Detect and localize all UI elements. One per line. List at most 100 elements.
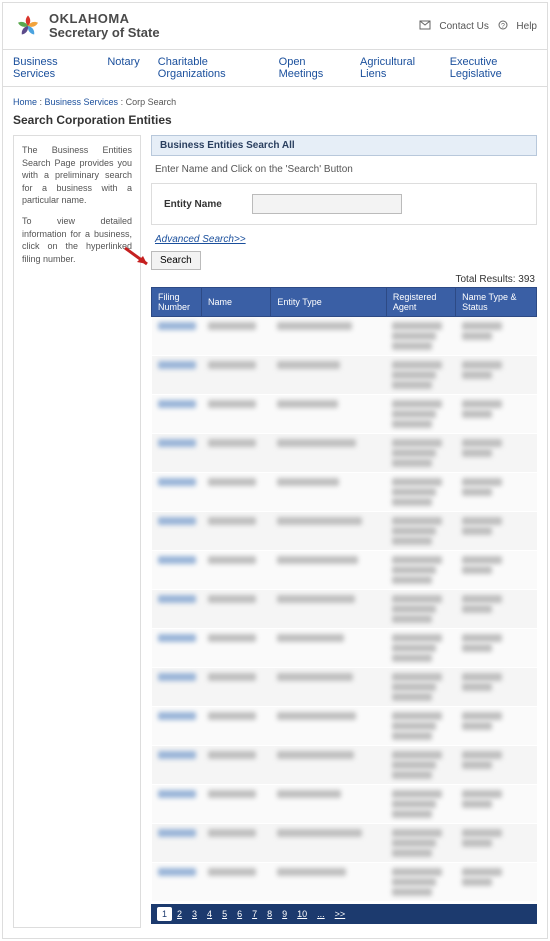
entity-name-input[interactable] xyxy=(252,194,402,214)
status-cell xyxy=(462,322,531,340)
agent-cell xyxy=(392,712,449,740)
table-row xyxy=(152,746,537,785)
pager-page[interactable]: 1 xyxy=(157,907,172,921)
agent-cell xyxy=(392,478,449,506)
sidebar-p1: The Business Entities Search Page provid… xyxy=(22,144,132,207)
nav-notary[interactable]: Notary xyxy=(107,56,139,80)
pager-page[interactable]: 3 xyxy=(187,907,202,921)
status-cell xyxy=(462,556,531,574)
status-cell xyxy=(462,517,531,535)
pager-page[interactable]: ... xyxy=(312,907,330,921)
breadcrumb-current: Corp Search xyxy=(126,97,177,107)
pager: 12345678910...>> xyxy=(151,904,537,924)
nav-business-services[interactable]: Business Services xyxy=(13,56,89,80)
agent-cell xyxy=(392,517,449,545)
entity-type-cell xyxy=(277,556,358,564)
nav-executive-legislative[interactable]: Executive Legislative xyxy=(450,56,537,80)
pager-page[interactable]: 4 xyxy=(202,907,217,921)
pager-page[interactable]: 6 xyxy=(232,907,247,921)
name-cell xyxy=(208,751,256,759)
filing-number-link[interactable] xyxy=(158,556,196,564)
agent-cell xyxy=(392,829,449,857)
help-sidebar: The Business Entities Search Page provid… xyxy=(13,135,141,928)
agent-cell xyxy=(392,556,449,584)
agent-cell xyxy=(392,322,449,350)
main-nav: Business Services Notary Charitable Orga… xyxy=(3,50,547,87)
col-filing-number[interactable]: Filing Number xyxy=(152,288,202,317)
breadcrumb-business-services[interactable]: Business Services xyxy=(45,97,119,107)
search-button[interactable]: Search xyxy=(151,251,201,270)
col-name[interactable]: Name xyxy=(202,288,271,317)
pager-page[interactable]: 10 xyxy=(292,907,312,921)
status-cell xyxy=(462,751,531,769)
col-entity-type[interactable]: Entity Type xyxy=(271,288,387,317)
filing-number-link[interactable] xyxy=(158,673,196,681)
entity-type-cell xyxy=(277,322,352,330)
entity-type-cell xyxy=(277,400,338,408)
sidebar-p2: To view detailed information for a busin… xyxy=(22,215,132,265)
table-row xyxy=(152,395,537,434)
help-icon: ? xyxy=(498,20,508,33)
name-cell xyxy=(208,673,256,681)
pager-page[interactable]: 5 xyxy=(217,907,232,921)
table-row xyxy=(152,590,537,629)
status-cell xyxy=(462,829,531,847)
name-cell xyxy=(208,868,256,876)
filing-number-link[interactable] xyxy=(158,517,196,525)
entity-name-label: Entity Name xyxy=(164,199,222,210)
filing-number-link[interactable] xyxy=(158,712,196,720)
pager-page[interactable]: >> xyxy=(330,907,351,921)
filing-number-link[interactable] xyxy=(158,595,196,603)
filing-number-link[interactable] xyxy=(158,790,196,798)
total-results-label: Total Results: 393 xyxy=(151,274,535,285)
help-link[interactable]: Help xyxy=(516,21,537,32)
entity-type-cell xyxy=(277,478,339,486)
contact-us-link[interactable]: Contact Us xyxy=(439,21,488,32)
name-cell xyxy=(208,517,256,525)
name-cell xyxy=(208,400,256,408)
table-row xyxy=(152,668,537,707)
filing-number-link[interactable] xyxy=(158,439,196,447)
status-cell xyxy=(462,478,531,496)
nav-charitable[interactable]: Charitable Organizations xyxy=(158,56,261,80)
filing-number-link[interactable] xyxy=(158,322,196,330)
agent-cell xyxy=(392,595,449,623)
name-cell xyxy=(208,595,256,603)
name-cell xyxy=(208,712,256,720)
col-registered-agent[interactable]: Registered Agent xyxy=(386,288,455,317)
table-row xyxy=(152,629,537,668)
brand-line1: OKLAHOMA xyxy=(49,12,413,26)
filing-number-link[interactable] xyxy=(158,400,196,408)
status-cell xyxy=(462,595,531,613)
pager-page[interactable]: 9 xyxy=(277,907,292,921)
table-row xyxy=(152,434,537,473)
pager-page[interactable]: 8 xyxy=(262,907,277,921)
table-row xyxy=(152,356,537,395)
nav-open-meetings[interactable]: Open Meetings xyxy=(279,56,342,80)
filing-number-link[interactable] xyxy=(158,634,196,642)
agent-cell xyxy=(392,400,449,428)
filing-number-link[interactable] xyxy=(158,361,196,369)
filing-number-link[interactable] xyxy=(158,829,196,837)
breadcrumb: Home : Business Services : Corp Search xyxy=(13,97,537,107)
filing-number-link[interactable] xyxy=(158,751,196,759)
filing-number-link[interactable] xyxy=(158,478,196,486)
entity-type-cell xyxy=(277,751,354,759)
col-name-type-status[interactable]: Name Type & Status xyxy=(456,288,537,317)
pager-page[interactable]: 2 xyxy=(172,907,187,921)
entity-type-cell xyxy=(277,517,362,525)
nav-agricultural-liens[interactable]: Agricultural Liens xyxy=(360,56,432,80)
agent-cell xyxy=(392,751,449,779)
contact-icon xyxy=(419,20,431,33)
pager-page[interactable]: 7 xyxy=(247,907,262,921)
advanced-search-link[interactable]: Advanced Search>> xyxy=(155,234,246,245)
status-cell xyxy=(462,361,531,379)
entity-type-cell xyxy=(277,712,356,720)
breadcrumb-home[interactable]: Home xyxy=(13,97,37,107)
table-row xyxy=(152,785,537,824)
status-cell xyxy=(462,634,531,652)
panel-title: Business Entities Search All xyxy=(151,135,537,156)
filing-number-link[interactable] xyxy=(158,868,196,876)
results-table: Filing Number Name Entity Type Registere… xyxy=(151,287,537,902)
instruction-text: Enter Name and Click on the 'Search' But… xyxy=(151,164,537,175)
